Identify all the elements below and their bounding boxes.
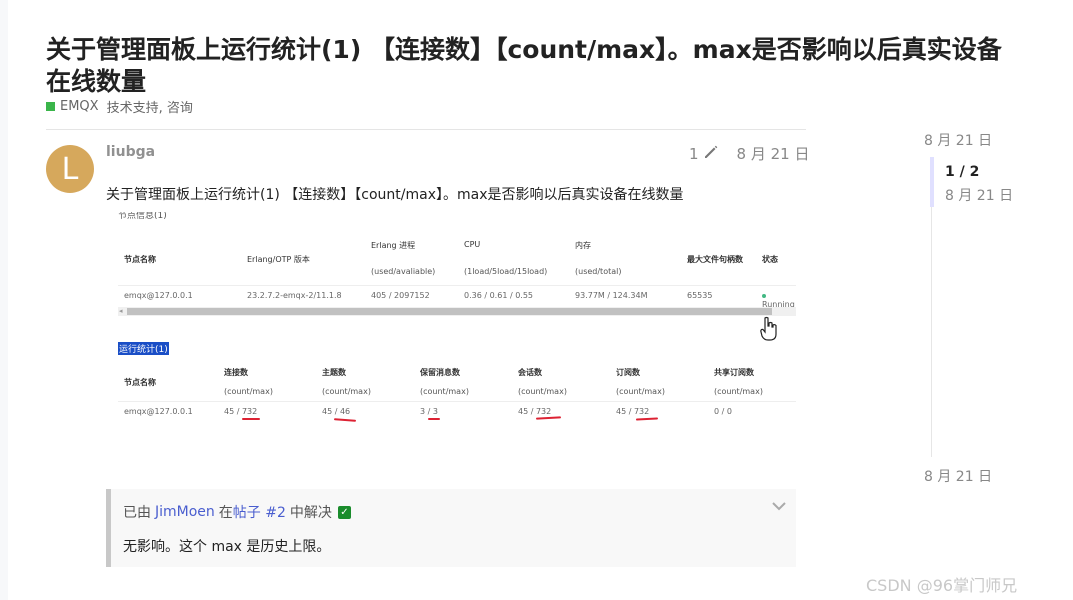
solution-user-link[interactable]: JimMoen	[155, 504, 215, 520]
stats-cell-topic: 45 / 46	[322, 407, 351, 416]
post-meta: 1 8 月 21 日	[689, 143, 809, 164]
section2-heading: 运行统计(1)	[118, 342, 169, 355]
timeline-counter: 1 / 2	[945, 164, 980, 180]
embedded-screenshot[interactable]: 节点信息(1) 节点名称 Erlang/OTP 版本 Erlang 进程 (us…	[118, 212, 796, 450]
topic-title[interactable]: 关于管理面板上运行统计(1) 【连接数】【count/max】。max是否影响以…	[46, 34, 1006, 98]
solution-answer: 无影响。这个 max 是历史上限。	[123, 539, 331, 555]
section1-heading: 节点信息(1)	[118, 212, 167, 221]
stats-th-sub: 订阅数	[616, 368, 640, 377]
red-underline-mark	[333, 418, 357, 422]
node-th-cpu: CPU	[464, 240, 481, 249]
hand-cursor-icon	[760, 316, 778, 346]
node-th-mem-sub: (used/total)	[575, 267, 622, 276]
stats-th-session-sub: (count/max)	[518, 387, 567, 396]
category-badge-icon	[46, 102, 55, 111]
stats-table-rule	[118, 401, 796, 402]
node-th-name: 节点名称	[124, 255, 156, 264]
timeline-end-date[interactable]: 8 月 21 日	[924, 466, 992, 486]
stats-th-session: 会话数	[518, 368, 542, 377]
timeline-handle[interactable]	[930, 157, 934, 207]
stats-cell-shared: 0 / 0	[714, 407, 732, 416]
stats-cell-retained: 3 / 3	[420, 407, 438, 416]
category-link[interactable]: EMQX	[60, 99, 99, 114]
timeline-start-date[interactable]: 8 月 21 日	[924, 130, 992, 150]
accepted-solution: 已由 JimMoen 在 帖子 #2 中解决 ✓ 无影响。这个 max 是历史上…	[106, 489, 796, 567]
red-underline-mark	[635, 417, 659, 421]
stats-th-name: 节点名称	[124, 378, 156, 387]
pencil-icon[interactable]	[703, 144, 719, 164]
stats-th-conn: 连接数	[224, 368, 248, 377]
avatar-letter: L	[61, 151, 79, 187]
check-icon: ✓	[337, 505, 351, 519]
avatar[interactable]: L	[46, 145, 94, 193]
node-th-fd: 最大文件句柄数	[687, 255, 743, 264]
stats-cell-session: 45 / 732	[518, 407, 552, 416]
scrollbar-thumb[interactable]	[127, 308, 772, 315]
solution-prefix: 已由	[123, 505, 151, 521]
watermark: CSDN @96掌门师兄	[866, 576, 1018, 595]
timeline-counter-date: 8 月 21 日	[945, 188, 1014, 204]
status-dot-icon	[762, 293, 766, 298]
stats-cell-sub: 45 / 732	[616, 407, 650, 416]
stats-th-topic-sub: (count/max)	[322, 387, 371, 396]
edit-count[interactable]: 1	[689, 145, 699, 163]
node-cell-otp: 23.2.7.2-emqx-2/11.1.8	[247, 291, 342, 300]
stats-cell-name: emqx@127.0.0.1	[124, 407, 193, 416]
red-underline-mark	[428, 418, 440, 420]
topic-page: 关于管理面板上运行统计(1) 【连接数】【count/max】。max是否影响以…	[8, 0, 1073, 600]
post-body: 关于管理面板上运行统计(1) 【连接数】【count/max】。max是否影响以…	[106, 187, 684, 203]
node-cell-mem: 93.77M / 124.34M	[575, 291, 648, 300]
stats-cell-conn: 45 / 732	[224, 407, 258, 416]
node-th-status: 状态	[762, 255, 778, 264]
stats-th-conn-sub: (count/max)	[224, 387, 273, 396]
stats-th-shared: 共享订阅数	[714, 368, 754, 377]
red-underline-mark	[535, 416, 562, 420]
solution-header: 已由 JimMoen 在 帖子 #2 中解决 ✓	[123, 502, 351, 522]
tag-list[interactable]: 技术支持, 咨询	[107, 97, 193, 116]
node-th-proc-sub: (used/avaliable)	[371, 267, 436, 276]
category-row: EMQX 技术支持, 咨询	[46, 97, 193, 116]
stats-th-shared-sub: (count/max)	[714, 387, 763, 396]
solution-post-link[interactable]: 帖子 #2	[233, 502, 286, 522]
node-cell-proc: 405 / 2097152	[371, 291, 430, 300]
solution-middle: 在	[218, 505, 233, 521]
node-cell-fd: 65535	[687, 291, 713, 300]
stats-th-sub-sub: (count/max)	[616, 387, 665, 396]
post-date[interactable]: 8 月 21 日	[737, 143, 810, 164]
topic-divider	[46, 129, 806, 130]
stats-th-retained: 保留消息数	[420, 368, 460, 377]
node-th-mem: 内存	[575, 241, 591, 250]
node-th-cpu-sub: (1load/5load/15load)	[464, 267, 548, 276]
node-th-proc: Erlang 进程	[371, 241, 416, 250]
solution-suffix: 中解决	[289, 505, 332, 521]
table-scrollbar[interactable]: ◂	[118, 307, 796, 316]
node-th-otp: Erlang/OTP 版本	[247, 255, 310, 264]
stats-th-topic: 主题数	[322, 368, 346, 377]
red-underline-mark	[242, 418, 260, 420]
stats-th-retained-sub: (count/max)	[420, 387, 469, 396]
post-username[interactable]: liubga	[106, 144, 155, 160]
node-cell-cpu: 0.36 / 0.61 / 0.55	[464, 291, 533, 300]
scroll-left-arrow-icon[interactable]: ◂	[119, 307, 123, 315]
node-table-rule	[118, 285, 796, 286]
node-cell-name: emqx@127.0.0.1	[124, 291, 193, 300]
chevron-down-icon[interactable]	[772, 499, 786, 515]
